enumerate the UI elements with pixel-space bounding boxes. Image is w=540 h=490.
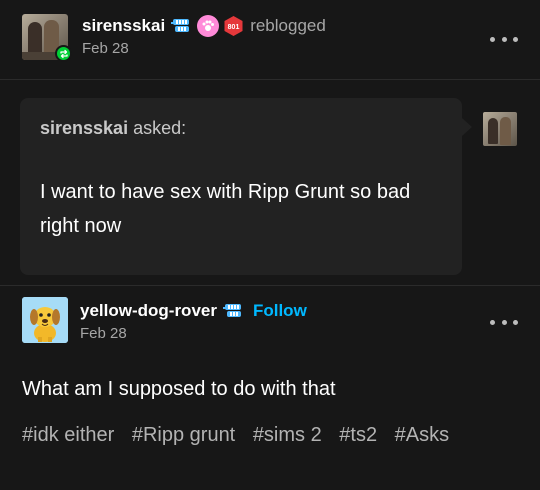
hex-badge-icon[interactable]: 801 bbox=[223, 15, 244, 37]
reblog-name-row: sirensskai 801 reblogged bbox=[82, 14, 326, 38]
ask-question: I want to have sex with Ripp Grunt so ba… bbox=[40, 181, 411, 237]
post-menu-icon[interactable] bbox=[490, 312, 518, 332]
answer-date[interactable]: Feb 28 bbox=[80, 325, 127, 342]
answer-name-row: yellow-dog-rover Follow bbox=[80, 299, 307, 323]
tag[interactable]: #Asks bbox=[395, 420, 449, 450]
yellow-dog-icon bbox=[22, 297, 68, 343]
divider bbox=[0, 285, 540, 286]
reblog-date[interactable]: Feb 28 bbox=[82, 40, 129, 57]
follow-button[interactable]: Follow bbox=[253, 301, 307, 321]
hex-badge-text: 801 bbox=[228, 24, 240, 31]
post-menu-icon[interactable] bbox=[490, 29, 518, 49]
reblogged-label: reblogged bbox=[250, 16, 326, 35]
asker-avatar[interactable] bbox=[483, 112, 517, 146]
chattering-teeth-badge-icon[interactable] bbox=[222, 301, 245, 321]
ask-attribution: sirensskai asked: bbox=[40, 118, 186, 139]
tag-list: #idk either #Ripp grunt #sims 2 #ts2 #As… bbox=[22, 420, 492, 450]
answer-text: What am I supposed to do with that bbox=[22, 378, 336, 400]
tag[interactable]: #sims 2 bbox=[253, 420, 322, 450]
chattering-teeth-badge-icon[interactable] bbox=[171, 16, 193, 36]
tag[interactable]: #ts2 bbox=[339, 420, 377, 450]
tag[interactable]: #Ripp grunt bbox=[132, 420, 235, 450]
tag[interactable]: #idk either bbox=[22, 420, 114, 450]
paw-badge-icon[interactable] bbox=[197, 15, 220, 37]
reblog-icon bbox=[55, 45, 72, 62]
reblogger-avatar[interactable] bbox=[22, 14, 72, 62]
ask-pointer bbox=[462, 118, 472, 136]
reblog-header: sirensskai 801 reblogged Feb 28 bbox=[0, 0, 540, 80]
answerer-blog-name[interactable]: yellow-dog-rover bbox=[80, 301, 217, 321]
reblogger-blog-name[interactable]: sirensskai bbox=[82, 16, 165, 36]
answerer-avatar[interactable] bbox=[22, 297, 68, 343]
asker-name[interactable]: sirensskai bbox=[40, 118, 128, 138]
asked-label: asked: bbox=[133, 118, 187, 138]
